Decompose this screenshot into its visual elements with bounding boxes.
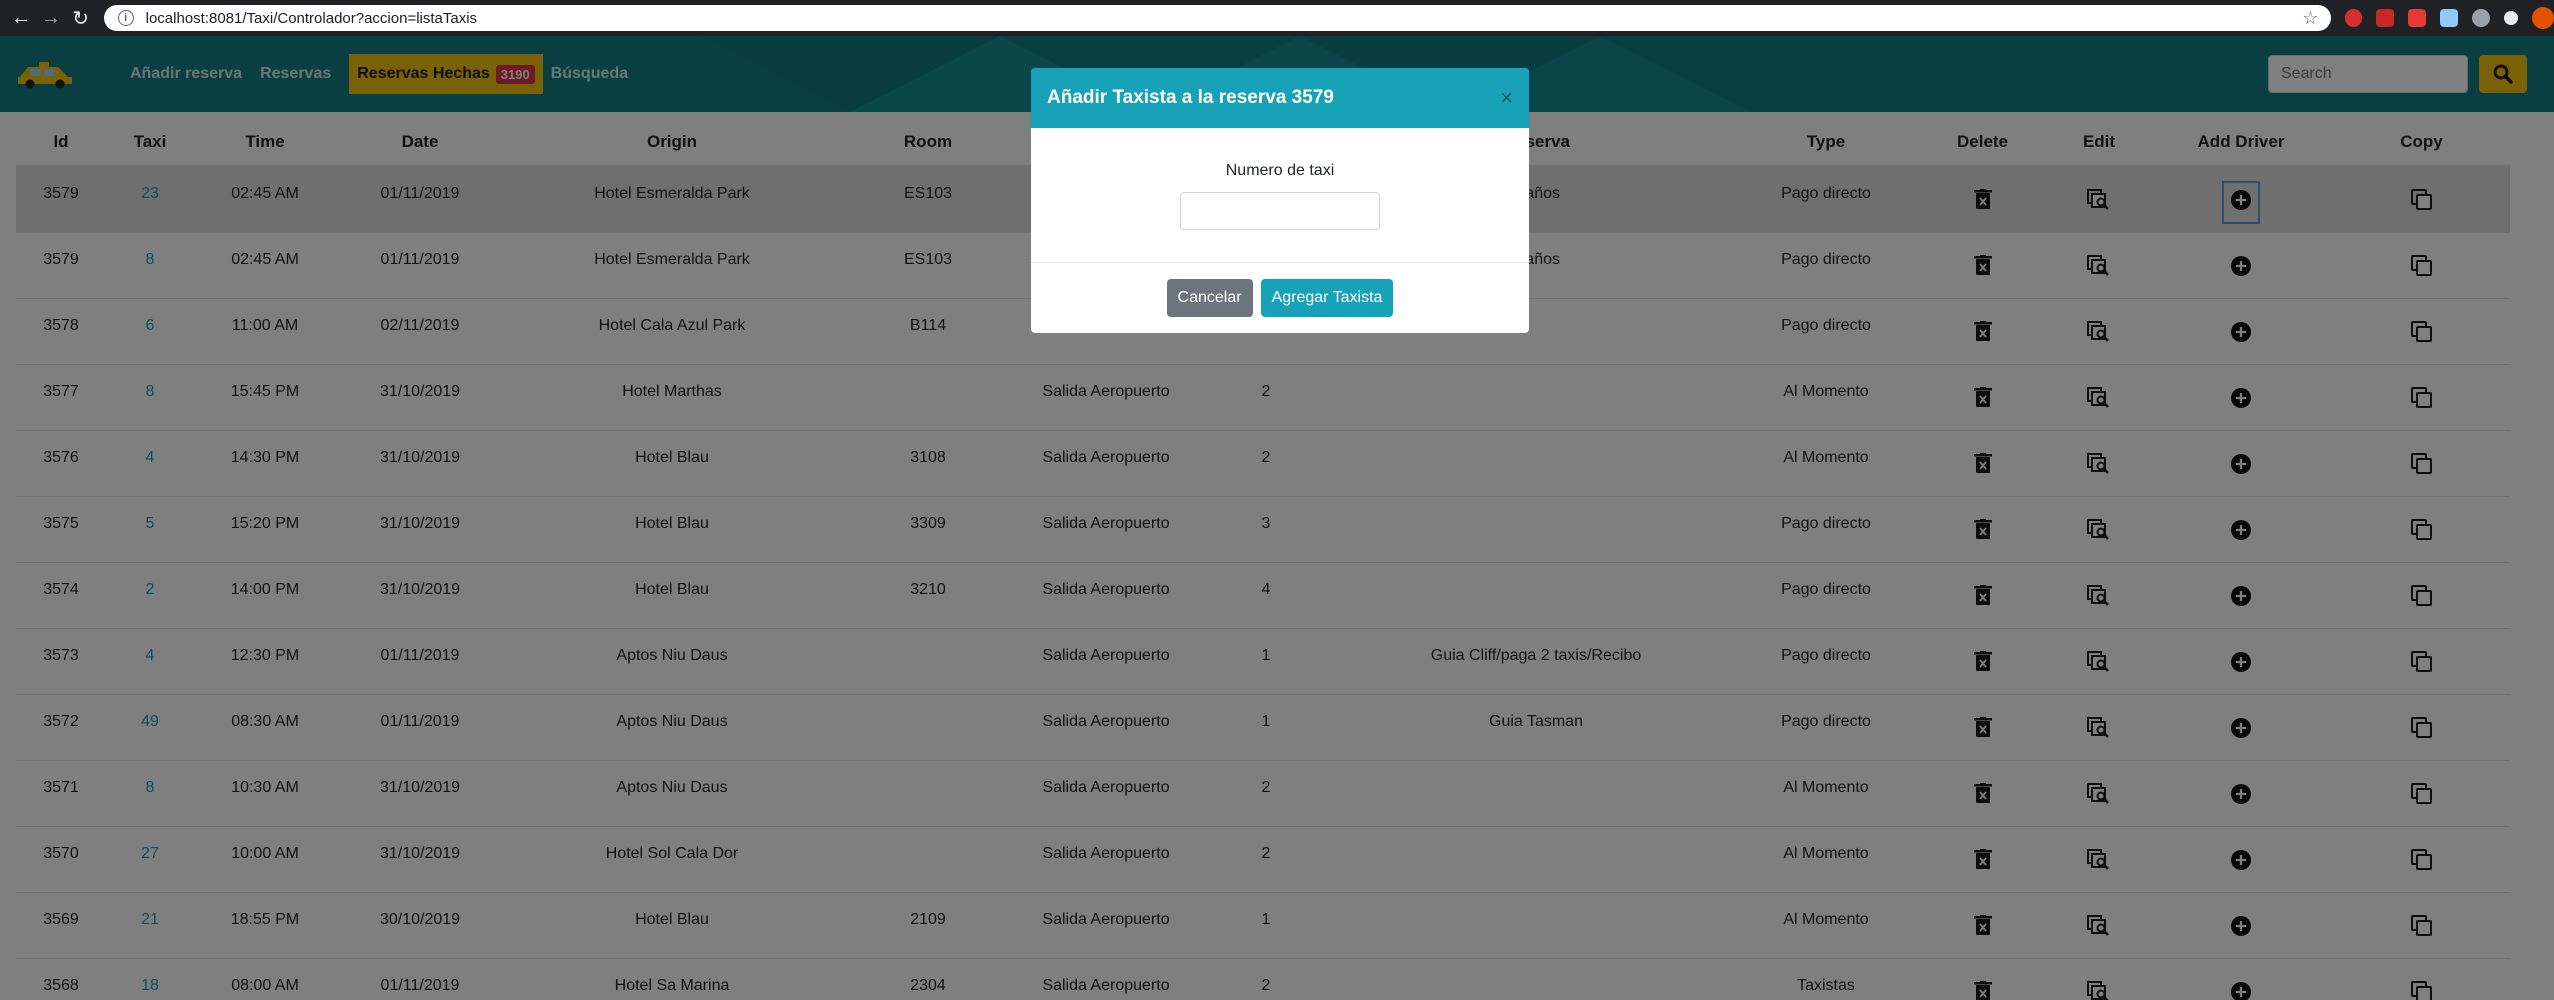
- extension-icon[interactable]: [2440, 9, 2459, 27]
- extension-icon[interactable]: [2344, 9, 2363, 27]
- address-bar[interactable]: i localhost:8081/Taxi/Controlador?accion…: [103, 5, 2331, 31]
- info-icon[interactable]: i: [117, 10, 134, 26]
- modal-body: Numero de taxi: [1031, 128, 1529, 263]
- modal-title: Añadir Taxista a la reserva 3579: [1047, 87, 1334, 108]
- taxi-number-input[interactable]: [1180, 192, 1380, 230]
- close-icon[interactable]: ×: [1500, 85, 1513, 111]
- browser-toolbar: ← → ↻ i localhost:8081/Taxi/Controlador?…: [0, 0, 2554, 36]
- modal-header: Añadir Taxista a la reserva 3579 ×: [1031, 68, 1529, 128]
- taxi-number-label: Numero de taxi: [1225, 162, 1335, 179]
- extension-icon[interactable]: [2376, 9, 2395, 27]
- modal-footer: Cancelar Agregar Taxista: [1031, 263, 1529, 333]
- reload-icon[interactable]: ↻: [66, 3, 96, 33]
- url-text: localhost:8081/Taxi/Controlador?accion=l…: [145, 9, 478, 27]
- extension-icon[interactable]: [2472, 9, 2491, 27]
- add-driver-modal: Añadir Taxista a la reserva 3579 × Numer…: [1031, 68, 1529, 333]
- profile-avatar[interactable]: [2532, 7, 2554, 29]
- extension-icon[interactable]: [2504, 11, 2519, 25]
- cancel-button[interactable]: Cancelar: [1166, 279, 1253, 317]
- bookmark-star-icon[interactable]: ☆: [2302, 8, 2318, 29]
- extension-icon[interactable]: [2408, 9, 2427, 27]
- forward-arrow-icon[interactable]: →: [36, 3, 66, 33]
- back-arrow-icon[interactable]: ←: [6, 3, 36, 33]
- add-driver-button[interactable]: Agregar Taxista: [1260, 279, 1394, 317]
